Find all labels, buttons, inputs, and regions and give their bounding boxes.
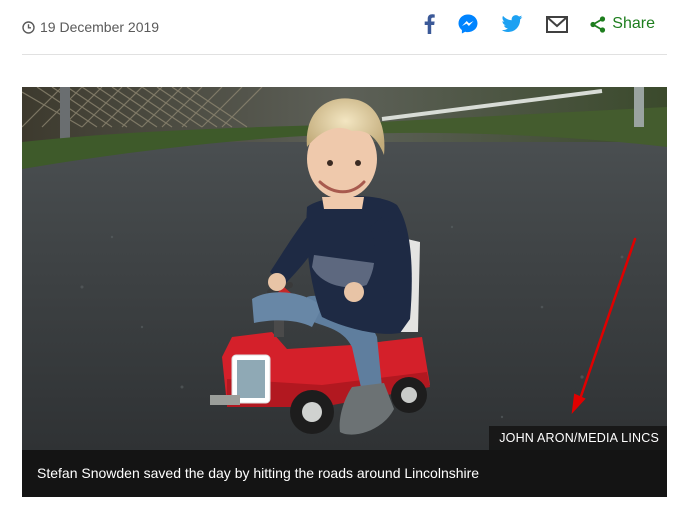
email-icon[interactable] bbox=[546, 15, 569, 33]
messenger-icon[interactable] bbox=[458, 14, 478, 34]
publish-date: 19 December 2019 bbox=[22, 19, 159, 35]
article-meta-bar: 19 December 2019 Share bbox=[22, 0, 667, 55]
clock-icon bbox=[22, 20, 35, 34]
article-figure: JOHN ARON/MEDIA LINCS Stefan Snowden sav… bbox=[22, 87, 667, 497]
facebook-icon[interactable] bbox=[424, 14, 435, 34]
share-button[interactable]: Share bbox=[590, 15, 655, 33]
twitter-icon[interactable] bbox=[501, 15, 523, 33]
share-tools: Share bbox=[424, 14, 655, 34]
share-label: Share bbox=[612, 15, 655, 32]
photo-caption: Stefan Snowden saved the day by hitting … bbox=[37, 465, 480, 481]
photo-credit: JOHN ARON/MEDIA LINCS bbox=[489, 426, 667, 450]
caption-bar: Stefan Snowden saved the day by hitting … bbox=[22, 450, 667, 497]
article-photo: JOHN ARON/MEDIA LINCS bbox=[22, 87, 667, 450]
share-icon bbox=[590, 15, 606, 33]
boy-on-ride-on-fire-truck-photo bbox=[22, 87, 667, 450]
date-text: 19 December 2019 bbox=[40, 19, 160, 35]
